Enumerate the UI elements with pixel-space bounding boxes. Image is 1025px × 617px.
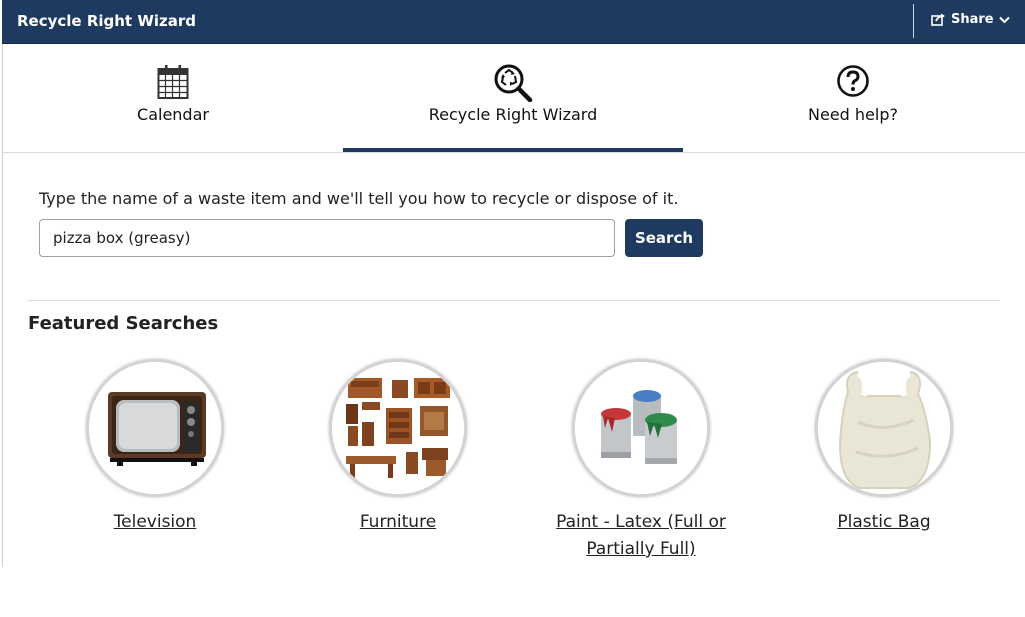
- share-button[interactable]: Share: [931, 12, 1010, 27]
- tab-need-help[interactable]: Need help?: [683, 44, 1023, 152]
- share-label: Share: [951, 12, 994, 27]
- featured-item-plastic-bag[interactable]: Plastic Bag: [784, 359, 984, 536]
- paint-cans-image: [572, 359, 710, 497]
- featured-item-television[interactable]: Television: [55, 359, 255, 536]
- featured-searches-heading: Featured Searches: [28, 313, 219, 334]
- tab-bar: Calendar Recycle Right Wizard Need help?: [3, 44, 1025, 153]
- share-icon: [931, 13, 946, 26]
- featured-item-label[interactable]: Plastic Bag: [784, 509, 984, 536]
- chevron-down-icon: [998, 16, 1010, 24]
- search-button[interactable]: Search: [625, 219, 703, 257]
- featured-item-label[interactable]: Furniture: [298, 509, 498, 536]
- tab-calendar[interactable]: Calendar: [3, 44, 343, 152]
- section-divider: [28, 300, 1000, 301]
- featured-item-paint-latex[interactable]: Paint - Latex (Full or Partially Full): [541, 359, 741, 563]
- featured-item-label[interactable]: Television: [55, 509, 255, 536]
- recycle-search-icon: [493, 64, 533, 104]
- active-tab-indicator: [343, 148, 683, 152]
- calendar-icon: [157, 64, 189, 104]
- topbar-divider: [913, 4, 914, 38]
- search-input[interactable]: [39, 219, 615, 257]
- television-image: [86, 359, 224, 497]
- featured-item-furniture[interactable]: Furniture: [298, 359, 498, 536]
- tab-recycle-right-wizard-label: Recycle Right Wizard: [428, 105, 598, 124]
- app-title: Recycle Right Wizard: [17, 12, 196, 30]
- featured-item-label[interactable]: Paint - Latex (Full or Partially Full): [541, 509, 741, 563]
- search-prompt: Type the name of a waste item and we'll …: [39, 189, 679, 208]
- tab-calendar-label: Calendar: [137, 105, 209, 124]
- top-bar: Recycle Right Wizard Share: [2, 0, 1025, 44]
- tab-need-help-label: Need help?: [808, 105, 898, 124]
- plastic-bag-image: [815, 359, 953, 497]
- question-circle-icon: [836, 64, 870, 104]
- tab-recycle-right-wizard[interactable]: Recycle Right Wizard: [343, 44, 683, 152]
- furniture-image: [329, 359, 467, 497]
